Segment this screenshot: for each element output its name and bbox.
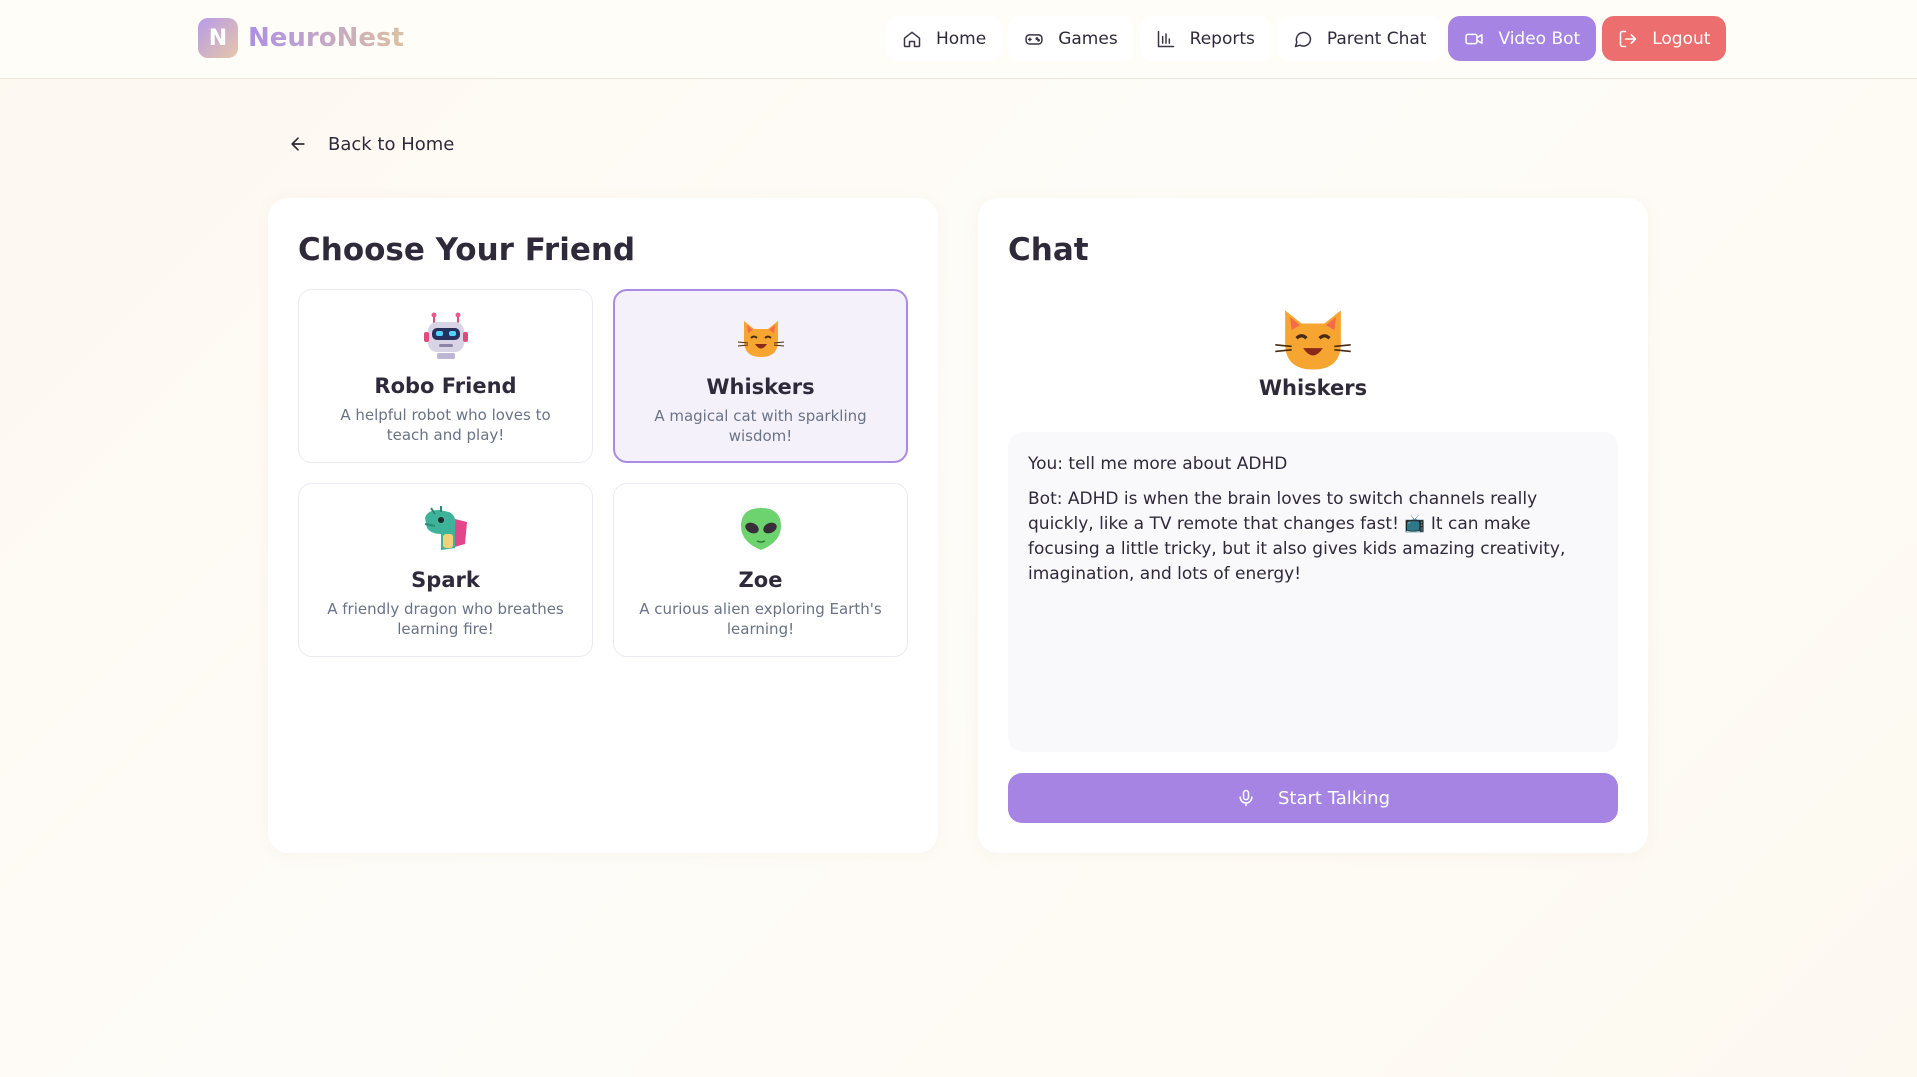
logo-badge: N (198, 18, 238, 58)
home-icon (903, 31, 921, 47)
alien-icon (740, 508, 781, 550)
logout-icon (1619, 30, 1637, 47)
nav-reports-label: Reports (1189, 28, 1255, 49)
main-nav: Home Games Reports Parent Chat Video Bot… (886, 16, 1727, 61)
chat-message-user: You: tell me more about ADHD (1028, 454, 1288, 474)
cat-icon (1275, 310, 1351, 370)
nav-logout-label: Logout (1652, 28, 1711, 49)
bar-chart-icon (1157, 30, 1174, 47)
nav-parent-chat-label: Parent Chat (1326, 28, 1427, 49)
friend-card-whiskers[interactable]: Whiskers A magical cat with sparkling wi… (613, 289, 908, 463)
video-camera-icon (1465, 33, 1484, 44)
friend-description: A helpful robot who loves to teach and p… (340, 406, 551, 444)
back-to-home-label: Back to Home (328, 133, 455, 155)
nav-games-button[interactable]: Games (1008, 16, 1134, 61)
friend-card-spark[interactable]: Spark A friendly dragon who breathes lea… (298, 483, 593, 657)
start-talking-label: Start Talking (1278, 787, 1390, 809)
friend-name: Robo Friend (374, 374, 517, 398)
brand-name: NeuroNest (248, 23, 404, 53)
chat-message-bot: Bot: ADHD is when the brain loves to swi… (1028, 489, 1566, 584)
chat-transcript[interactable]: You: tell me more about ADHD Bot: ADHD i… (1008, 432, 1618, 752)
friend-card-robo-friend[interactable]: Robo Friend A helpful robot who loves to… (298, 289, 593, 463)
arrow-left-icon (291, 137, 305, 151)
nav-games-label: Games (1058, 28, 1118, 49)
active-friend-name: Whiskers (1258, 376, 1368, 400)
start-talking-button[interactable]: Start Talking (1008, 773, 1618, 823)
nav-logout-button[interactable]: Logout (1602, 16, 1727, 61)
nav-video-bot-label: Video Bot (1498, 28, 1581, 49)
top-navbar: N NeuroNest Home Games Reports Parent Ch… (0, 0, 1917, 79)
gamepad-icon (1025, 33, 1043, 45)
choose-friend-panel: Choose Your Friend Robo Friend A helpful… (268, 198, 938, 853)
friend-description: A friendly dragon who breathes learning … (327, 600, 564, 638)
friend-description: A curious alien exploring Earth's learni… (639, 600, 882, 638)
chat-panel: Chat Whiskers You: tell me more about AD… (978, 198, 1648, 853)
chat-title: Chat (1008, 232, 1089, 268)
friend-description: A magical cat with sparkling wisdom! (654, 407, 867, 445)
brand-logo[interactable]: N NeuroNest (198, 18, 404, 58)
nav-reports-button[interactable]: Reports (1139, 16, 1271, 61)
nav-home-button[interactable]: Home (886, 16, 1003, 61)
nav-video-bot-button[interactable]: Video Bot (1448, 16, 1597, 61)
dragon-icon (424, 506, 467, 550)
microphone-icon (1239, 789, 1253, 807)
back-to-home-link[interactable]: Back to Home (288, 130, 454, 158)
cat-icon (737, 321, 784, 357)
friend-name: Spark (411, 568, 480, 592)
chat-bubble-icon (1294, 31, 1312, 47)
choose-friend-title: Choose Your Friend (298, 232, 636, 268)
friend-name: Zoe (738, 568, 783, 592)
nav-home-label: Home (936, 28, 987, 49)
friend-name: Whiskers (706, 375, 815, 399)
nav-parent-chat-button[interactable]: Parent Chat (1276, 16, 1443, 61)
friend-card-zoe[interactable]: Zoe A curious alien exploring Earth's le… (613, 483, 908, 657)
robot-icon (423, 312, 468, 359)
